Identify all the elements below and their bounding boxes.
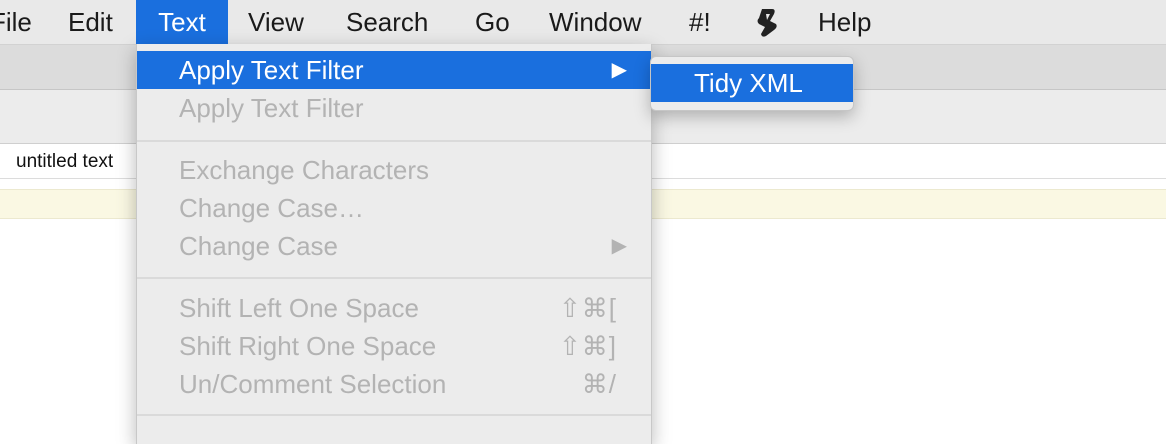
menu-window[interactable]: Window: [549, 0, 641, 44]
menu-item-exchange-characters[interactable]: Exchange Characters: [137, 151, 651, 189]
menu-item-change-case-dialog[interactable]: Change Case…: [137, 189, 651, 227]
menu-text[interactable]: Text: [136, 0, 228, 44]
script-scroll-icon-svg: [757, 9, 777, 37]
menu-item-apply-text-filter-disabled[interactable]: Apply Text Filter: [137, 89, 651, 127]
menu-item-uncomment-selection[interactable]: Un/Comment Selection ⌘/: [137, 365, 651, 403]
text-menu-dropdown: Apply Text Filter ▶ Apply Text Filter Ex…: [136, 44, 652, 444]
menu-item-shift-right[interactable]: Shift Right One Space ⇧⌘]: [137, 327, 651, 365]
submenu-item-label: Tidy XML: [694, 68, 803, 98]
menu-item-label: Apply Text Filter: [179, 93, 364, 123]
menu-file[interactable]: File: [0, 0, 32, 44]
menu-shebang[interactable]: #!: [689, 0, 711, 44]
menu-item-change-case[interactable]: Change Case ▶: [137, 227, 651, 265]
menu-search[interactable]: Search: [346, 0, 428, 44]
menu-view[interactable]: View: [248, 0, 304, 44]
menu-item-label: Shift Right One Space: [179, 331, 437, 361]
text-filter-submenu: Tidy XML: [650, 56, 854, 111]
document-tab-title[interactable]: untitled text: [16, 151, 138, 173]
keyboard-shortcut: ⇧⌘]: [558, 331, 617, 361]
keyboard-shortcut: ⌘/: [581, 369, 617, 399]
menu-item-label: Un/Comment Selection: [179, 369, 447, 399]
menu-item-label: Exchange Characters: [179, 155, 430, 185]
menu-item-apply-text-filter[interactable]: Apply Text Filter ▶: [137, 51, 651, 89]
menu-item-shift-left[interactable]: Shift Left One Space ⇧⌘[: [137, 289, 651, 327]
menu-separator: [137, 140, 651, 142]
script-scroll-icon[interactable]: [754, 0, 780, 44]
submenu-arrow-icon: ▶: [611, 235, 627, 257]
keyboard-shortcut: ⇧⌘[: [558, 293, 617, 323]
submenu-item-tidy-xml[interactable]: Tidy XML: [651, 64, 853, 102]
menu-separator: [137, 414, 651, 416]
menu-go[interactable]: Go: [475, 0, 510, 44]
menu-bar: File Edit Text View Search Go Window #! …: [0, 0, 1166, 45]
menu-edit[interactable]: Edit: [68, 0, 113, 44]
menu-help[interactable]: Help: [818, 0, 871, 44]
menu-item-label: Apply Text Filter: [179, 55, 364, 85]
menu-item-label: Change Case: [179, 231, 338, 261]
menu-item-label: Change Case…: [179, 193, 364, 223]
menu-item-label: Shift Left One Space: [179, 293, 419, 323]
submenu-arrow-icon: ▶: [611, 59, 627, 81]
menu-separator: [137, 277, 651, 279]
